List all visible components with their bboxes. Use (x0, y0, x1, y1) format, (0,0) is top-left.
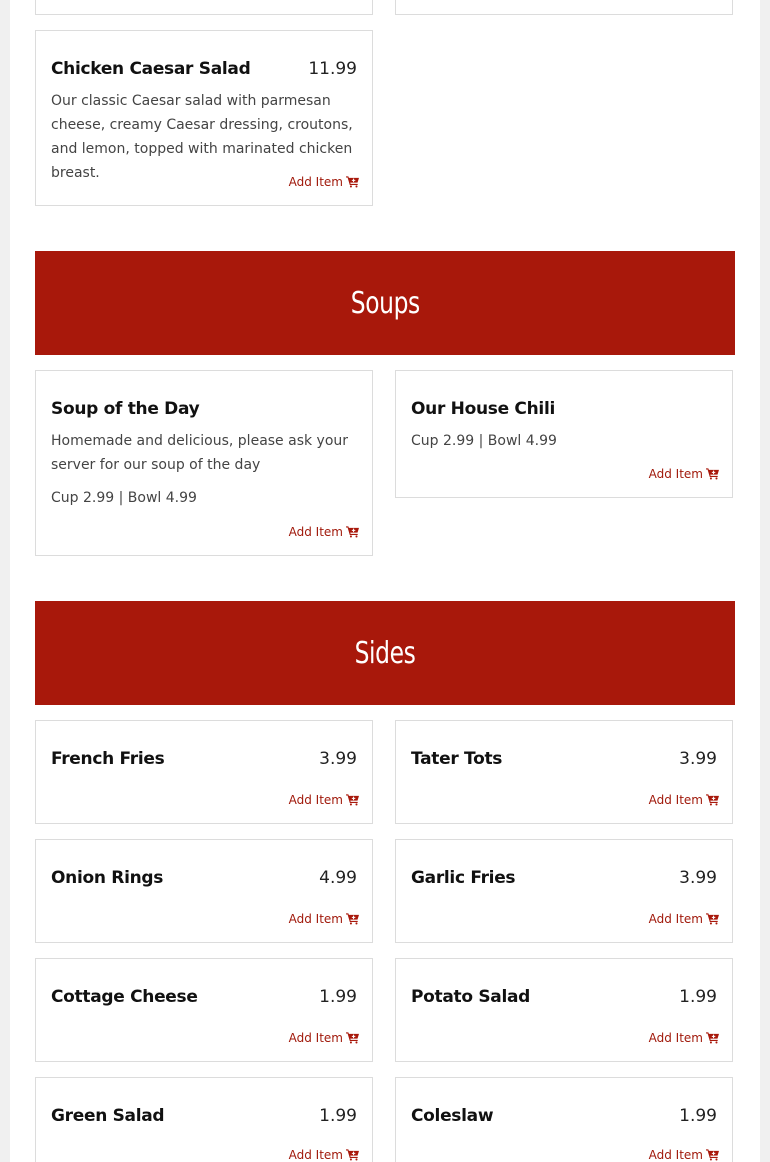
cart-icon (346, 526, 359, 538)
item-price: 3.99 (679, 749, 717, 769)
add-item-button[interactable]: Add Item (289, 912, 359, 926)
menu-card-partial (35, 0, 373, 15)
item-name: Cottage Cheese (51, 987, 198, 1007)
item-price: 1.99 (319, 1106, 357, 1126)
add-item-label: Add Item (648, 1148, 703, 1162)
add-item-label: Add Item (288, 793, 343, 807)
add-item-label: Add Item (288, 175, 343, 189)
menu-card: Cottage Cheese 1.99 Add Item (35, 958, 373, 1062)
cart-icon (346, 794, 359, 806)
add-item-label: Add Item (648, 1031, 703, 1045)
item-name: Chicken Caesar Salad (51, 59, 251, 79)
item-name: Our House Chili (411, 399, 555, 419)
add-item-button[interactable]: Add Item (289, 525, 359, 539)
menu-card: Garlic Fries 3.99 Add Item (395, 839, 733, 943)
menu-card: Coleslaw 1.99 Add Item (395, 1077, 733, 1162)
cart-icon (706, 794, 719, 806)
menu-card: French Fries 3.99 Add Item (35, 720, 373, 824)
add-item-label: Add Item (288, 1031, 343, 1045)
item-price: 1.99 (319, 987, 357, 1007)
menu-card: Potato Salad 1.99 Add Item (395, 958, 733, 1062)
menu-card: Tater Tots 3.99 Add Item (395, 720, 733, 824)
item-name: Tater Tots (411, 749, 503, 769)
menu-card: Our House Chili Cup 2.99 | Bowl 4.99 Add… (395, 370, 733, 498)
add-item-label: Add Item (288, 912, 343, 926)
cart-icon (346, 176, 359, 188)
item-name: French Fries (51, 749, 165, 769)
menu-page: Chicken Caesar Salad 11.99 Our classic C… (10, 0, 760, 1162)
item-name: Coleslaw (411, 1106, 494, 1126)
add-item-label: Add Item (288, 525, 343, 539)
menu-card: Onion Rings 4.99 Add Item (35, 839, 373, 943)
add-item-button[interactable]: Add Item (649, 1031, 719, 1045)
section-banner-soups: Soups (35, 251, 735, 355)
item-price: 3.99 (319, 749, 357, 769)
add-item-label: Add Item (648, 912, 703, 926)
item-name: Green Salad (51, 1106, 165, 1126)
cart-icon (706, 468, 719, 480)
add-item-label: Add Item (288, 1148, 343, 1162)
section-title: Soups (350, 285, 420, 321)
cart-icon (346, 1149, 359, 1161)
add-item-button[interactable]: Add Item (649, 467, 719, 481)
cart-icon (706, 1032, 719, 1044)
item-price-line: Cup 2.99 | Bowl 4.99 (411, 433, 557, 449)
item-price: 4.99 (319, 868, 357, 888)
add-item-button[interactable]: Add Item (649, 912, 719, 926)
item-description: Homemade and delicious, please ask your … (51, 433, 349, 473)
add-item-label: Add Item (648, 793, 703, 807)
section-banner-sides: Sides (35, 601, 735, 705)
item-price: 1.99 (679, 1106, 717, 1126)
cart-icon (706, 1149, 719, 1161)
item-name: Potato Salad (411, 987, 531, 1007)
item-name: Garlic Fries (411, 868, 516, 888)
cart-icon (346, 1032, 359, 1044)
item-price: 3.99 (679, 868, 717, 888)
item-name: Onion Rings (51, 868, 164, 888)
add-item-button[interactable]: Add Item (649, 1148, 719, 1162)
menu-card: Chicken Caesar Salad 11.99 Our classic C… (35, 30, 373, 206)
item-description: Our classic Caesar salad with parmesan c… (51, 93, 353, 181)
item-name: Soup of the Day (51, 399, 200, 419)
add-item-label: Add Item (648, 467, 703, 481)
menu-card: Soup of the Day Homemade and delicious, … (35, 370, 373, 556)
menu-card: Green Salad 1.99 Add Item (35, 1077, 373, 1162)
add-item-button[interactable]: Add Item (289, 1031, 359, 1045)
item-price: 11.99 (308, 59, 357, 79)
add-item-button[interactable]: Add Item (289, 793, 359, 807)
item-price: 1.99 (679, 987, 717, 1007)
cart-icon (346, 913, 359, 925)
cart-icon (706, 913, 719, 925)
add-item-button[interactable]: Add Item (289, 1148, 359, 1162)
item-price-line: Cup 2.99 | Bowl 4.99 (51, 490, 197, 506)
menu-card-partial (395, 0, 733, 15)
add-item-button[interactable]: Add Item (289, 175, 359, 189)
section-title: Sides (354, 635, 416, 671)
add-item-button[interactable]: Add Item (649, 793, 719, 807)
